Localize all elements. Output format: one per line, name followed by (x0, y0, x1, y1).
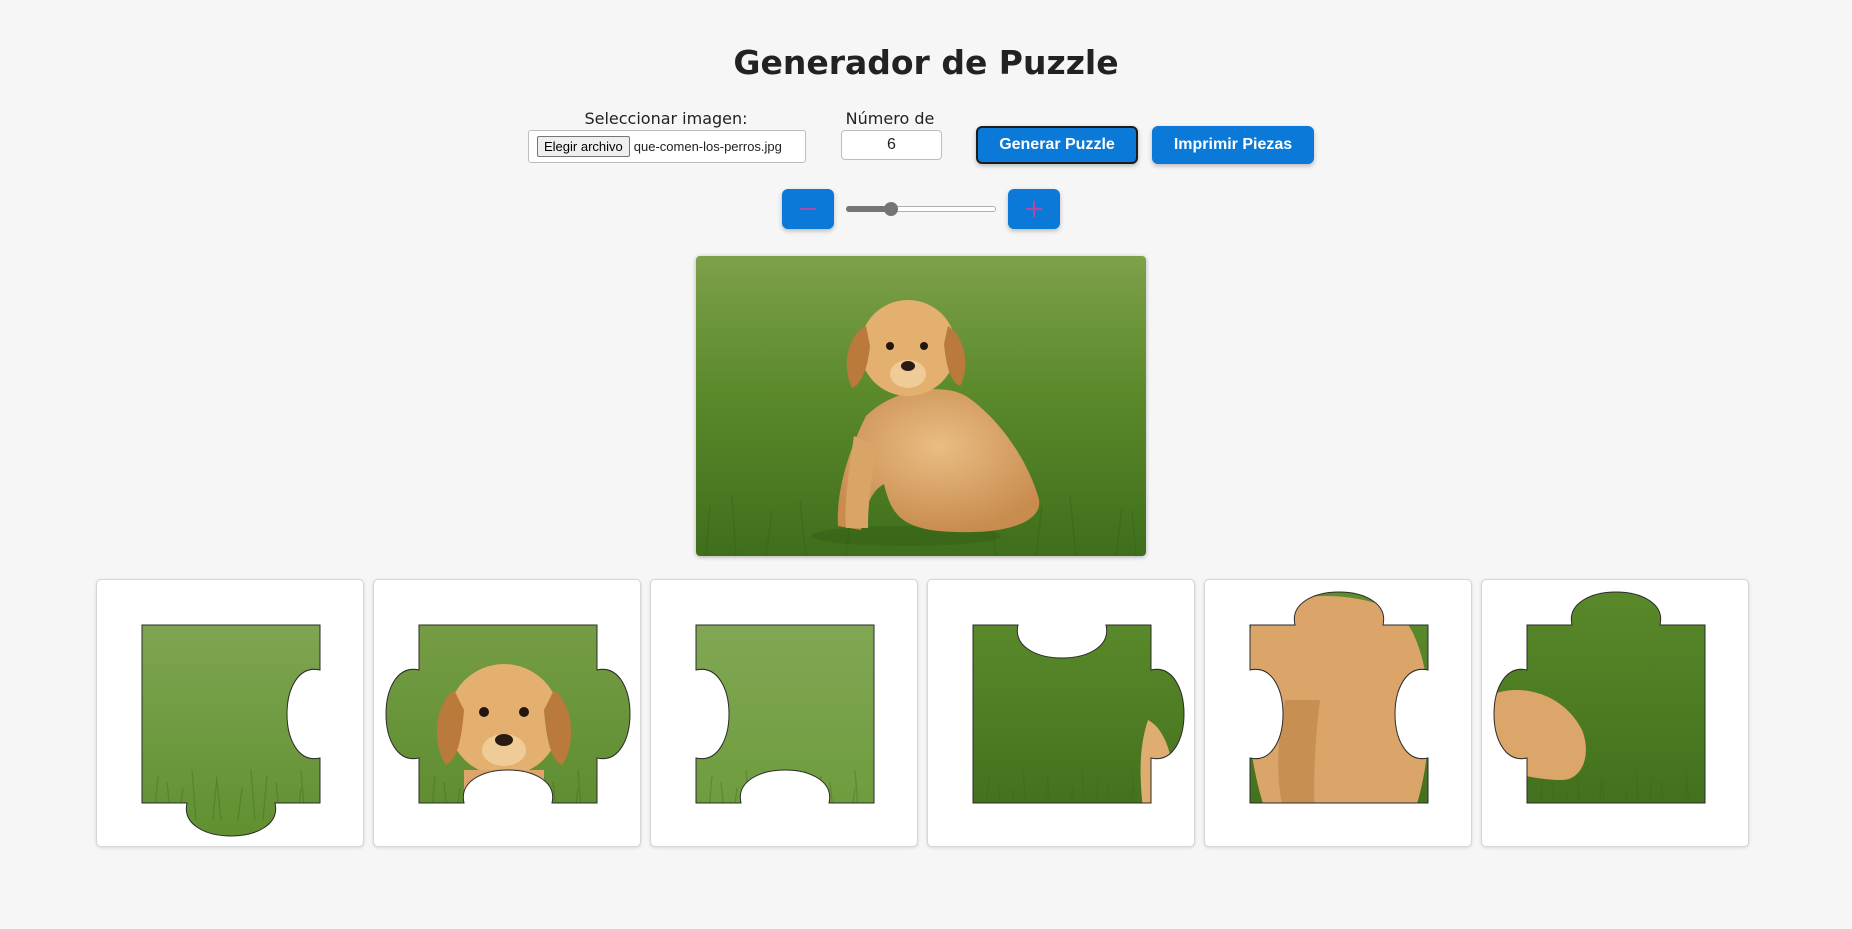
minus-icon: − (797, 194, 819, 224)
generate-puzzle-button[interactable]: Generar Puzzle (976, 126, 1138, 164)
image-file-input[interactable]: Elegir archivo que-comen-los-perros.jpg (528, 130, 806, 163)
plus-icon: + (1023, 194, 1045, 224)
zoom-slider-thumb[interactable] (884, 202, 899, 216)
puzzle-piece-card[interactable] (1481, 579, 1749, 847)
puppy-photo (696, 256, 1146, 556)
puzzle-piece (385, 624, 631, 804)
puzzle-piece-card[interactable] (927, 579, 1195, 847)
image-select-label: Seleccionar imagen: (584, 109, 748, 128)
puzzle-piece-card[interactable] (96, 579, 364, 847)
puzzle-piece (1493, 591, 1706, 804)
zoom-in-button[interactable]: + (1008, 189, 1060, 229)
page-title: Generador de Puzzle (733, 43, 1119, 82)
puzzle-piece (141, 624, 321, 837)
puzzle-piece-card[interactable] (373, 579, 641, 847)
zoom-slider[interactable] (846, 199, 996, 219)
zoom-out-button[interactable]: − (782, 189, 834, 229)
choose-file-button[interactable]: Elegir archivo (537, 136, 630, 157)
selected-file-name: que-comen-los-perros.jpg (633, 139, 782, 154)
print-pieces-button[interactable]: Imprimir Piezas (1152, 126, 1314, 164)
puzzle-piece-card[interactable] (650, 579, 918, 847)
pieces-count-input[interactable]: 6 (841, 130, 942, 160)
puzzle-piece-card[interactable] (1204, 579, 1472, 847)
puzzle-piece (972, 624, 1185, 804)
puzzle-piece (695, 624, 875, 804)
puzzle-piece (1249, 591, 1429, 804)
preview-image (696, 256, 1146, 556)
